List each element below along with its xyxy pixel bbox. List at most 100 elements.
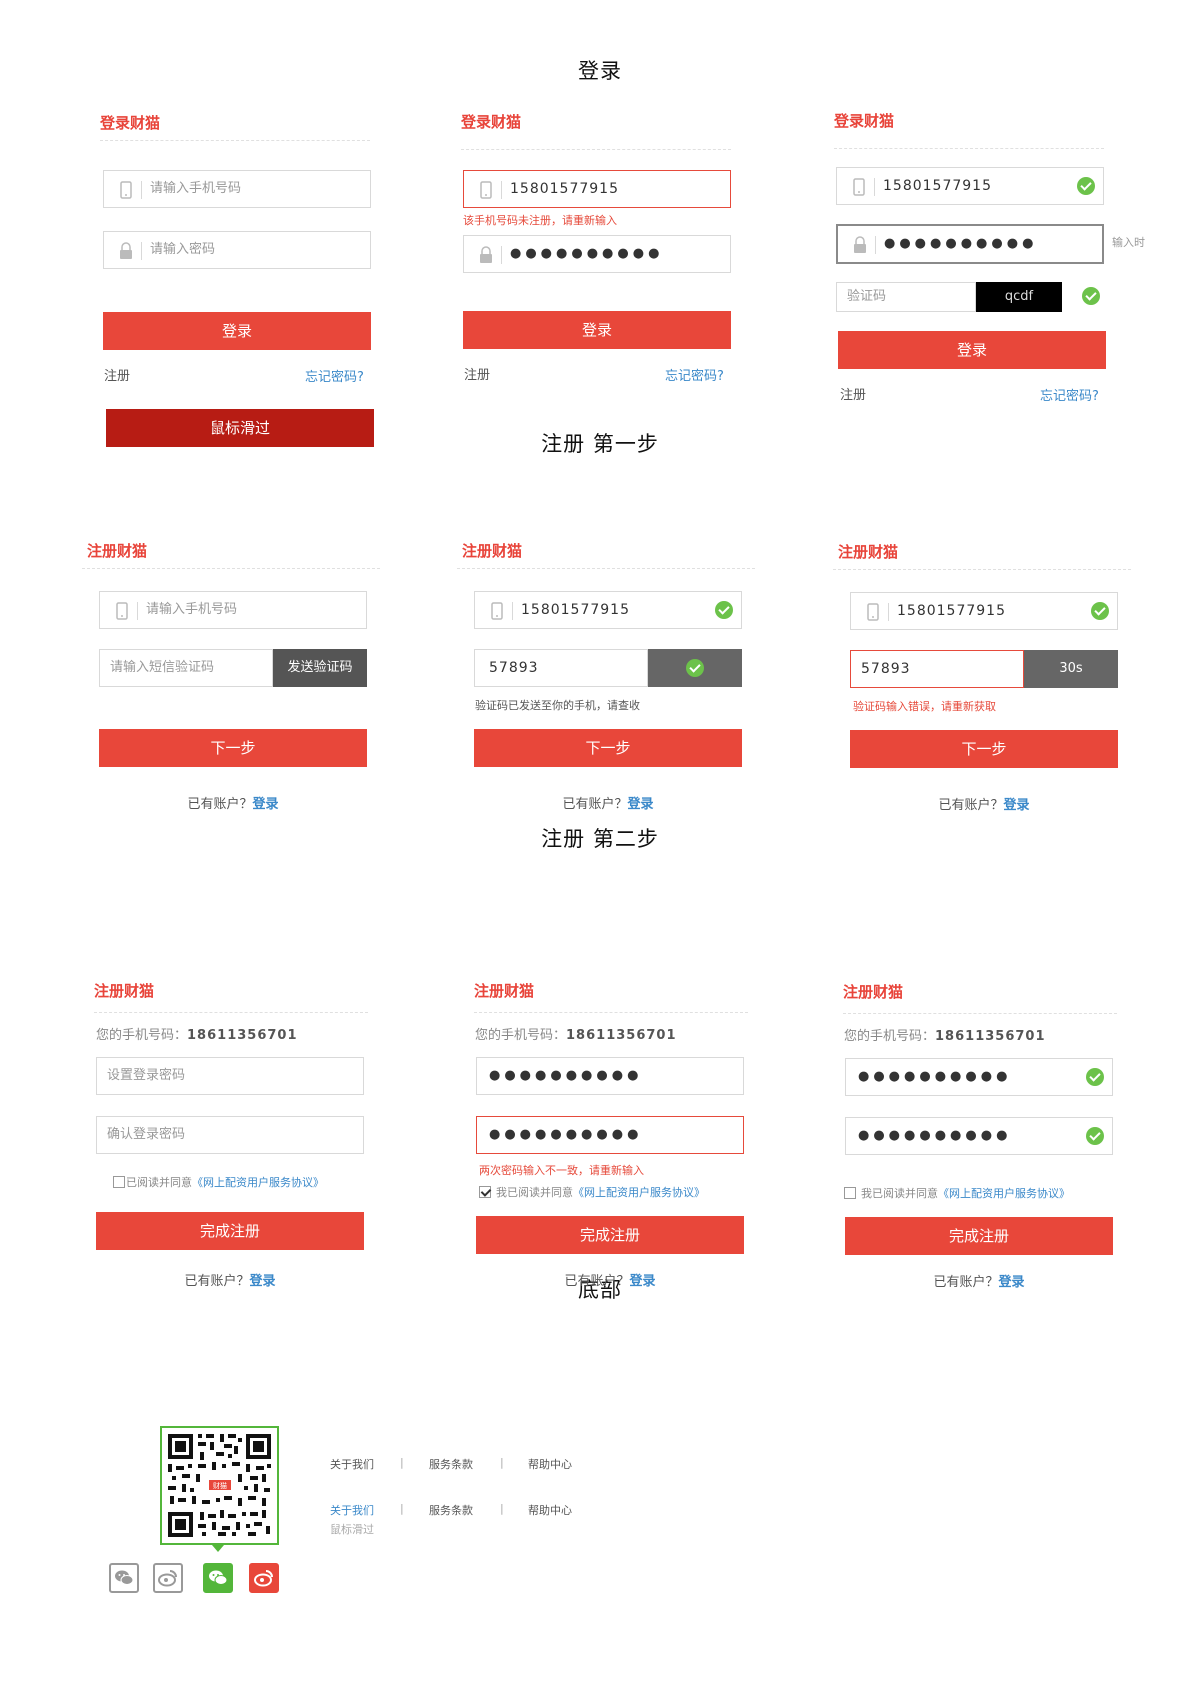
panel-title: 登录财猫	[100, 114, 161, 132]
panel-title: 注册财猫	[94, 982, 155, 1000]
phone-icon	[120, 181, 132, 199]
lock-icon	[120, 242, 132, 259]
input-separator	[137, 602, 138, 620]
qr-code: 财猫	[160, 1426, 279, 1545]
finish-register-button[interactable]: 完成注册	[476, 1216, 744, 1254]
phone-placeholder: 请输入手机号码	[146, 602, 238, 617]
agreement-link[interactable]: 《网上配资用户服务协议》	[938, 1187, 1070, 1200]
phone-input[interactable]: 15801577915	[463, 170, 731, 208]
countdown-button: 30s	[1024, 650, 1118, 688]
password-input[interactable]: ●●●●●●●●●●	[463, 235, 731, 273]
agree-checkbox-checked[interactable]	[479, 1186, 491, 1198]
input-separator	[875, 236, 876, 254]
phone-icon	[116, 602, 128, 620]
captcha-placeholder: 验证码	[847, 289, 887, 304]
phone-input[interactable]: 15801577915	[474, 591, 742, 629]
agree-checkbox[interactable]	[844, 1187, 856, 1199]
set-password-input[interactable]: ●●●●●●●●●●	[476, 1057, 744, 1095]
register-link[interactable]: 注册	[104, 365, 130, 384]
phone-input[interactable]: 15801577915	[836, 167, 1104, 205]
agreement-line: 我已阅读并同意《网上配资用户服务协议》	[479, 1184, 705, 1200]
footer-link-about-hover[interactable]: 关于我们	[330, 1502, 374, 1518]
footer-link-terms[interactable]: 服务条款	[429, 1456, 473, 1472]
set-password-input[interactable]: ●●●●●●●●●●	[845, 1058, 1113, 1096]
phone-icon	[480, 181, 492, 199]
login-link[interactable]: 登录	[999, 1275, 1025, 1290]
input-separator	[141, 181, 142, 199]
check-icon	[1091, 602, 1109, 620]
has-account-line: 已有账户？登录	[850, 794, 1118, 813]
agreement-link[interactable]: 《网上配资用户服务协议》	[573, 1186, 705, 1199]
phone-placeholder: 请输入手机号码	[150, 181, 242, 196]
send-code-button[interactable]: 发送验证码	[273, 649, 367, 687]
forgot-password-link[interactable]: 忘记密码?	[1040, 385, 1099, 404]
agree-text: 我已阅读并同意	[496, 1186, 573, 1199]
password-placeholder: 请输入密码	[150, 242, 216, 257]
footer-link-help[interactable]: 帮助中心	[528, 1502, 572, 1518]
footer-link-terms[interactable]: 服务条款	[429, 1502, 473, 1518]
agreement-link[interactable]: 《网上配资用户服务协议》	[192, 1176, 324, 1189]
code-error-message: 验证码输入错误，请重新获取	[853, 700, 996, 713]
login-link[interactable]: 登录	[630, 1274, 656, 1289]
finish-register-button[interactable]: 完成注册	[845, 1217, 1113, 1255]
login-button-hover-state[interactable]: 鼠标滑过	[106, 409, 374, 447]
phone-input[interactable]: 请输入手机号码	[103, 170, 371, 208]
password-dots: ●●●●●●●●●●	[489, 1127, 643, 1142]
login-link[interactable]: 登录	[628, 797, 654, 812]
check-icon	[1082, 287, 1100, 305]
phone-label: 您的手机号码：	[844, 1029, 936, 1044]
agree-checkbox[interactable]	[113, 1176, 125, 1188]
panel-title: 登录财猫	[834, 112, 895, 130]
phone-number: 18611356701	[566, 1028, 677, 1043]
password-input-focused[interactable]: ●●●●●●●●●●	[836, 224, 1104, 264]
sms-code-input[interactable]: 57893	[474, 649, 648, 687]
password-mismatch-error: 两次密码输入不一致，请重新输入	[479, 1164, 644, 1177]
section-title-register-step2: 注册 第二步	[541, 827, 659, 851]
password-dots: ●●●●●●●●●●	[858, 1069, 1012, 1084]
password-dots: ●●●●●●●●●●	[884, 236, 1038, 251]
login-link[interactable]: 登录	[253, 797, 279, 812]
phone-icon	[491, 602, 503, 620]
footer-separator: |	[500, 1456, 504, 1469]
captcha-input[interactable]: 验证码	[836, 282, 976, 312]
wechat-icon-default[interactable]	[109, 1563, 139, 1593]
login-link[interactable]: 登录	[1004, 798, 1030, 813]
confirm-password-input[interactable]: 确认登录密码	[96, 1116, 364, 1154]
forgot-password-link[interactable]: 忘记密码?	[305, 366, 364, 385]
weibo-icon-hover[interactable]	[249, 1563, 279, 1593]
phone-input[interactable]: 请输入手机号码	[99, 591, 367, 629]
password-dots: ●●●●●●●●●●	[858, 1128, 1012, 1143]
confirm-password-input-error[interactable]: ●●●●●●●●●●	[476, 1116, 744, 1154]
forgot-password-link[interactable]: 忘记密码?	[665, 365, 724, 384]
finish-register-button[interactable]: 完成注册	[96, 1212, 364, 1250]
has-account-line: 已有账户？登录	[845, 1271, 1113, 1290]
panel-title: 注册财猫	[87, 542, 148, 560]
title-divider	[461, 149, 731, 150]
sms-code-input-error[interactable]: 57893	[850, 650, 1024, 688]
next-step-button[interactable]: 下一步	[850, 730, 1118, 768]
next-step-button[interactable]: 下一步	[474, 729, 742, 767]
register-link[interactable]: 注册	[840, 384, 866, 403]
set-password-input[interactable]: 设置登录密码	[96, 1057, 364, 1095]
weibo-icon-default[interactable]	[153, 1563, 183, 1593]
login-button[interactable]: 登录	[103, 312, 371, 350]
login-button[interactable]: 登录	[838, 331, 1106, 369]
register-link[interactable]: 注册	[464, 364, 490, 383]
input-separator	[501, 181, 502, 199]
next-step-button[interactable]: 下一步	[99, 729, 367, 767]
phone-value: 15801577915	[883, 178, 992, 194]
captcha-image[interactable]: qcdf	[976, 282, 1062, 312]
sms-code-input[interactable]: 请输入短信验证码	[99, 649, 273, 687]
footer-link-help[interactable]: 帮助中心	[528, 1456, 572, 1472]
login-button[interactable]: 登录	[463, 311, 731, 349]
password-input[interactable]: 请输入密码	[103, 231, 371, 269]
wechat-icon-hover[interactable]	[203, 1563, 233, 1593]
login-link[interactable]: 登录	[250, 1274, 276, 1289]
phone-error-message: 该手机号码未注册，请重新输入	[463, 214, 617, 227]
phone-input[interactable]: 15801577915	[850, 592, 1118, 630]
password-dots: ●●●●●●●●●●	[489, 1068, 643, 1083]
footer-link-about[interactable]: 关于我们	[330, 1456, 374, 1472]
title-divider	[833, 569, 1131, 570]
confirm-password-input[interactable]: ●●●●●●●●●●	[845, 1117, 1113, 1155]
has-account-text: 已有账户？	[938, 798, 1004, 813]
